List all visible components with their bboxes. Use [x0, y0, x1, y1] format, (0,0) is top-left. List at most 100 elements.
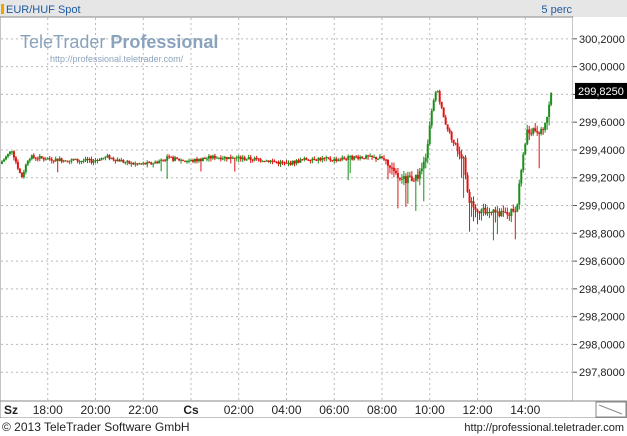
- candle-body: [98, 159, 101, 161]
- candle-body: [36, 158, 39, 160]
- candle-body: [500, 211, 503, 217]
- x-tick-label: 08:00: [367, 403, 397, 417]
- footer-url[interactable]: http://professional.teletrader.com: [464, 422, 624, 434]
- candle-body: [406, 175, 409, 184]
- candle-body: [542, 128, 545, 130]
- candle-body: [398, 177, 401, 180]
- candle-body: [420, 168, 423, 172]
- candle-body: [195, 158, 198, 162]
- chart-canvas: EUR/HUF Spot 5 perc TeleTrader Profession…: [0, 0, 627, 436]
- candle-body: [32, 155, 35, 158]
- series-color-marker: [1, 4, 4, 14]
- candle-body: [410, 176, 413, 181]
- candle-body: [303, 158, 306, 160]
- current-value-label: 299,8250: [578, 86, 624, 98]
- candle-body: [82, 160, 85, 162]
- watermark-brand-bold: Professional: [110, 32, 218, 52]
- candle-body: [164, 159, 167, 161]
- candle-body: [10, 151, 13, 153]
- candle-body: [188, 160, 191, 162]
- candle-body: [532, 128, 535, 134]
- y-tick-label: 298,6000: [579, 256, 625, 268]
- candle-body: [339, 159, 342, 161]
- candle-body: [396, 173, 399, 178]
- candle-body: [351, 155, 354, 160]
- candle-body: [152, 163, 155, 165]
- candle-body: [347, 156, 350, 160]
- candle-body: [329, 158, 332, 161]
- candle-body: [307, 159, 310, 161]
- candle-body: [0, 161, 3, 164]
- x-tick-label: 02:00: [224, 403, 254, 417]
- candle-body: [76, 158, 79, 162]
- candle-body: [365, 155, 368, 159]
- candle-body: [516, 204, 519, 212]
- y-tick-label: 298,8000: [579, 228, 625, 240]
- candle-body: [289, 162, 292, 165]
- candle-body: [259, 159, 262, 162]
- x-tick-label: 10:00: [415, 403, 445, 417]
- candle-body: [184, 160, 187, 162]
- candle-body: [454, 143, 457, 145]
- candle-body: [416, 174, 419, 179]
- y-tick-label: 299,4000: [579, 145, 625, 157]
- candle-body: [321, 157, 324, 161]
- candle-body: [84, 158, 87, 161]
- candle-body: [434, 92, 437, 101]
- y-tick-label: 299,0000: [579, 201, 625, 213]
- candle-body: [341, 157, 344, 160]
- x-tick-label: 20:00: [80, 403, 110, 417]
- header-bar: [0, 0, 627, 17]
- candle-body: [371, 155, 374, 157]
- x-tick-label: 22:00: [128, 403, 158, 417]
- candle-body: [180, 159, 183, 161]
- candle-body: [287, 162, 290, 164]
- candle-body: [313, 158, 316, 161]
- copyright-text: © 2013 TeleTrader Software GmbH: [2, 420, 190, 434]
- candle-body: [247, 157, 250, 160]
- candle-body: [150, 162, 153, 165]
- candle-body: [311, 158, 314, 161]
- candle-body: [273, 160, 276, 162]
- candle-body: [331, 160, 334, 162]
- candle-body: [337, 159, 340, 161]
- candle-body: [522, 154, 525, 171]
- watermark-brand-regular: TeleTrader: [20, 32, 105, 52]
- candle-body: [120, 160, 123, 162]
- candle-body: [444, 117, 447, 125]
- candle-body: [524, 144, 527, 155]
- candle-body: [508, 214, 511, 216]
- candle-body: [548, 104, 551, 117]
- candle-body: [528, 129, 531, 134]
- candle-body: [40, 156, 43, 158]
- candle-body: [526, 129, 529, 145]
- candle-body: [219, 157, 222, 160]
- candle-body: [301, 159, 304, 161]
- candle-body: [390, 167, 393, 169]
- candle-body: [237, 156, 240, 158]
- candle-body: [68, 160, 71, 162]
- candle-body: [205, 158, 208, 160]
- candle-body: [34, 157, 37, 159]
- candle-body: [170, 156, 173, 158]
- candle-body: [422, 161, 425, 169]
- candle-body: [22, 171, 25, 178]
- candle-body: [28, 158, 31, 161]
- candle-body: [448, 129, 451, 132]
- candle-body: [283, 162, 286, 164]
- candle-body: [148, 162, 151, 164]
- candle-body: [438, 91, 441, 102]
- candle-body: [285, 162, 288, 164]
- candle-body: [518, 183, 521, 205]
- candle-body: [44, 159, 47, 161]
- candle-body: [373, 156, 376, 158]
- candle-body: [249, 157, 252, 160]
- candle-body: [388, 165, 391, 168]
- candle-body: [102, 157, 105, 159]
- candle-body: [442, 107, 445, 118]
- candle-body: [293, 160, 296, 164]
- candle-body: [58, 158, 61, 161]
- candle-body: [100, 158, 103, 161]
- candle-body: [440, 101, 443, 108]
- candle-body: [158, 160, 161, 164]
